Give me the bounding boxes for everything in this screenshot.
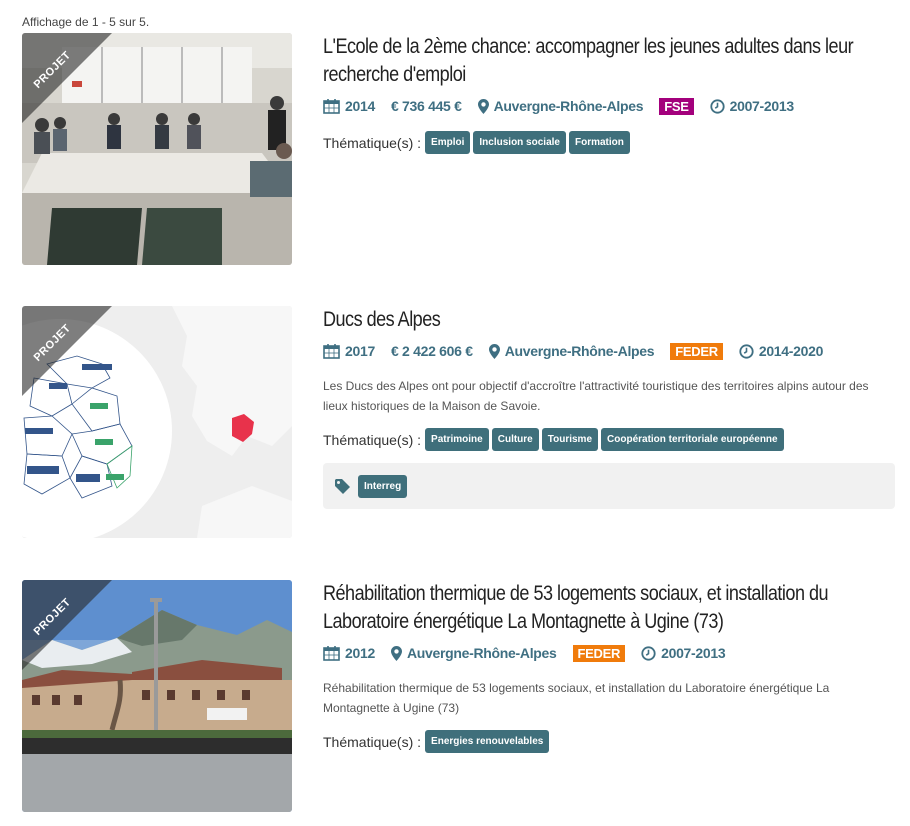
- tag-icon: [335, 478, 352, 494]
- project-description: Réhabilitation thermique de 53 logements…: [323, 681, 830, 715]
- project-image[interactable]: PROJET: [22, 306, 292, 538]
- clock-icon: [641, 645, 656, 661]
- project-ribbon: PROJET: [22, 580, 112, 670]
- project-meta: 2012 Auvergne-Rhône-Alpes FEDER 2007-201…: [323, 642, 895, 664]
- project-title[interactable]: L'Ecole de la 2ème chance: accompagner l…: [323, 33, 895, 89]
- project-period: 2007-2013: [729, 98, 795, 114]
- project-amount: € 2 422 606 €: [390, 343, 473, 359]
- project-meta: 2017 € 2 422 606 € Auvergne-Rhône-Alpes …: [323, 340, 895, 362]
- project-period: 2007-2013: [661, 645, 726, 661]
- theme-tag[interactable]: Inclusion sociale: [473, 131, 566, 154]
- themes-label: Thématique(s) :: [323, 134, 422, 151]
- keywords-box: Interreg: [323, 463, 895, 509]
- themes-row: Thématique(s) : Emploi Inclusion sociale…: [323, 131, 895, 154]
- project-period: 2014-2020: [758, 343, 824, 359]
- project-title[interactable]: Réhabilitation thermique de 53 logements…: [323, 580, 895, 636]
- calendar-icon: [323, 645, 340, 661]
- project-year: 2012: [345, 645, 375, 661]
- theme-tag[interactable]: Culture: [491, 428, 539, 451]
- project-image[interactable]: PROJET: [22, 580, 292, 812]
- themes-row: Thématique(s) : Patrimoine Culture Touri…: [323, 428, 895, 451]
- calendar-icon: [323, 98, 340, 114]
- themes-label: Thématique(s) :: [323, 733, 422, 750]
- theme-tag[interactable]: Emploi: [425, 131, 471, 154]
- project-title[interactable]: Ducs des Alpes: [323, 306, 895, 334]
- project-ribbon: PROJET: [22, 306, 112, 396]
- keyword-tag[interactable]: Interreg: [358, 474, 408, 498]
- themes-row: Thématique(s) : Energies renouvelables: [323, 730, 895, 753]
- project-ribbon: PROJET: [22, 33, 112, 123]
- fund-badge: FEDER: [670, 342, 723, 360]
- map-marker-icon: [488, 343, 500, 359]
- clock-icon: [739, 343, 754, 359]
- fund-badge: FSE: [659, 97, 694, 115]
- theme-tag[interactable]: Energies renouvelables: [425, 730, 550, 753]
- theme-tag[interactable]: Coopération territoriale européenne: [601, 428, 784, 451]
- clock-icon: [709, 98, 725, 114]
- project-year: 2017: [345, 343, 375, 359]
- calendar-icon: [323, 343, 340, 359]
- theme-tag[interactable]: Tourisme: [541, 428, 599, 451]
- theme-tag[interactable]: Patrimoine: [425, 428, 489, 451]
- map-marker-icon: [477, 98, 489, 114]
- map-marker-icon: [390, 645, 402, 661]
- project-region: Auvergne-Rhône-Alpes: [493, 98, 644, 114]
- project-region: Auvergne-Rhône-Alpes: [504, 343, 655, 359]
- result-count: Affichage de 1 - 5 sur 5.: [22, 15, 150, 29]
- project-meta: 2014 € 736 445 € Auvergne-Rhône-Alpes FS…: [323, 95, 895, 117]
- fund-badge: FEDER: [572, 644, 626, 662]
- theme-tag[interactable]: Formation: [568, 131, 630, 154]
- project-image[interactable]: PROJET: [22, 33, 292, 265]
- project-region: Auvergne-Rhône-Alpes: [406, 645, 557, 661]
- themes-label: Thématique(s) :: [323, 431, 422, 448]
- project-year: 2014: [345, 98, 375, 114]
- project-description: Les Ducs des Alpes ont pour objectif d'a…: [323, 379, 869, 413]
- project-amount: € 736 445 €: [390, 98, 462, 114]
